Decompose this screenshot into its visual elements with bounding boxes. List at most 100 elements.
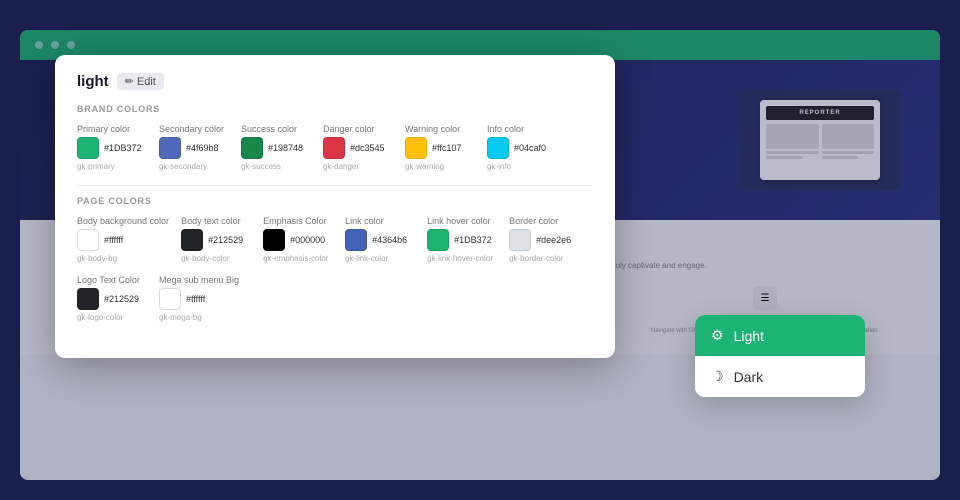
brand-color-label-0: Primary color bbox=[77, 124, 147, 134]
page-color-label-5: Border color bbox=[509, 216, 579, 226]
brand-colors-grid: Primary color #1DB372 gk-primary Seconda… bbox=[77, 124, 593, 171]
page-colors-label: PAGE COLORS bbox=[77, 196, 593, 206]
brand-color-swatch-5[interactable] bbox=[487, 137, 509, 159]
page-color-var-4: gk-link-hover-color bbox=[427, 254, 497, 263]
brand-color-var-3: gk-danger bbox=[323, 162, 393, 171]
newspaper-text-line-2 bbox=[766, 156, 803, 159]
brand-color-swatch-row-5: #04caf0 bbox=[487, 137, 557, 159]
newspaper-header: REPORTER bbox=[766, 106, 874, 120]
page-color-hex-0: #ffffff bbox=[104, 235, 123, 245]
brand-color-swatch-0[interactable] bbox=[77, 137, 99, 159]
page-color-hex-2: #000000 bbox=[290, 235, 325, 245]
page-color-swatch-4[interactable] bbox=[427, 229, 449, 251]
brand-color-item-3[interactable]: Danger color #dc3545 gk-danger bbox=[323, 124, 393, 171]
page-color-swatch-3[interactable] bbox=[345, 229, 367, 251]
brand-color-swatch-4[interactable] bbox=[405, 137, 427, 159]
newspaper-image bbox=[766, 124, 819, 149]
brand-color-hex-2: #198748 bbox=[268, 143, 303, 153]
panel-title: light bbox=[77, 73, 109, 90]
page-color-swatch-row-3: #4364b6 bbox=[345, 229, 415, 251]
brand-color-swatch-row-3: #dc3545 bbox=[323, 137, 393, 159]
brand-color-hex-3: #dc3545 bbox=[350, 143, 385, 153]
newspaper-mockup: REPORTER bbox=[760, 100, 880, 180]
brand-color-item-4[interactable]: Warning color #ffc107 gk-warning bbox=[405, 124, 475, 171]
page-color-swatch-row-7: #ffffff bbox=[159, 288, 239, 310]
page-color-hex-5: #dee2e6 bbox=[536, 235, 571, 245]
light-theme-label: Light bbox=[734, 328, 764, 344]
theme-option-dark[interactable]: ☽ Dark bbox=[695, 356, 865, 397]
brand-color-label-4: Warning color bbox=[405, 124, 475, 134]
page-color-swatch-6[interactable] bbox=[77, 288, 99, 310]
brand-color-swatch-1[interactable] bbox=[159, 137, 181, 159]
brand-color-hex-4: #ffc107 bbox=[432, 143, 461, 153]
panel-header: light ✏ Edit bbox=[77, 73, 593, 90]
page-color-swatch-7[interactable] bbox=[159, 288, 181, 310]
brand-color-var-0: gk-primary bbox=[77, 162, 147, 171]
brand-color-item-2[interactable]: Success color #198748 gk-success bbox=[241, 124, 311, 171]
page-color-item-3[interactable]: Link color #4364b6 gk-link-color bbox=[345, 216, 415, 263]
page-color-var-7: gk-mega-bg bbox=[159, 313, 239, 322]
page-color-item-7[interactable]: Mega sub menu Big #ffffff gk-mega-bg bbox=[159, 275, 239, 322]
color-panel: light ✏ Edit BRAND COLORS Primary color … bbox=[55, 55, 615, 358]
page-color-hex-1: #212529 bbox=[208, 235, 243, 245]
theme-option-light[interactable]: ⚙ Light bbox=[695, 315, 865, 356]
brand-color-hex-1: #4f69b8 bbox=[186, 143, 219, 153]
page-color-label-1: Body text color bbox=[181, 216, 251, 226]
brand-color-item-0[interactable]: Primary color #1DB372 gk-primary bbox=[77, 124, 147, 171]
newspaper-body bbox=[766, 124, 874, 159]
edit-button[interactable]: ✏ Edit bbox=[117, 73, 164, 90]
page-color-item-1[interactable]: Body text color #212529 gk-body-color bbox=[181, 216, 251, 263]
page-color-hex-4: #1DB372 bbox=[454, 235, 492, 245]
theme-dropdown: ⚙ Light ☽ Dark bbox=[695, 315, 865, 397]
newspaper-text-line-3 bbox=[822, 151, 875, 154]
newspaper-text-line-4 bbox=[822, 156, 859, 159]
page-color-swatch-5[interactable] bbox=[509, 229, 531, 251]
brand-color-var-5: gk-info bbox=[487, 162, 557, 171]
page-color-label-3: Link color bbox=[345, 216, 415, 226]
brand-color-swatch-row-2: #198748 bbox=[241, 137, 311, 159]
newspaper-col-right bbox=[822, 124, 875, 159]
page-color-label-0: Body background color bbox=[77, 216, 169, 226]
page-color-var-1: gk-body-color bbox=[181, 254, 251, 263]
brand-color-label-1: Secondary color bbox=[159, 124, 229, 134]
page-color-label-6: Logo Text Color bbox=[77, 275, 147, 285]
brand-color-item-5[interactable]: Info color #04caf0 gk-info bbox=[487, 124, 557, 171]
newspaper-col-left bbox=[766, 124, 819, 159]
brand-colors-label: BRAND COLORS bbox=[77, 104, 593, 114]
page-color-item-6[interactable]: Logo Text Color #212529 gk-logo-color bbox=[77, 275, 147, 322]
page-color-item-5[interactable]: Border color #dee2e6 gk-border-color bbox=[509, 216, 579, 263]
page-color-swatch-row-1: #212529 bbox=[181, 229, 251, 251]
edit-label: Edit bbox=[137, 76, 156, 88]
page-color-swatch-row-6: #212529 bbox=[77, 288, 147, 310]
page-color-item-2[interactable]: Emphasis Color #000000 gk-emphasis-color bbox=[263, 216, 333, 263]
page-color-hex-7: #ffffff bbox=[186, 294, 205, 304]
dark-theme-icon: ☽ bbox=[711, 368, 724, 385]
brand-color-swatch-row-0: #1DB372 bbox=[77, 137, 147, 159]
page-color-swatch-2[interactable] bbox=[263, 229, 285, 251]
brand-color-label-2: Success color bbox=[241, 124, 311, 134]
brand-color-hex-5: #04caf0 bbox=[514, 143, 546, 153]
brand-color-var-2: gk-success bbox=[241, 162, 311, 171]
page-color-var-0: gk-body-bg bbox=[77, 254, 169, 263]
nav-dot-2 bbox=[51, 41, 59, 49]
page-color-item-4[interactable]: Link hover color #1DB372 gk-link-hover-c… bbox=[427, 216, 497, 263]
brand-color-hex-0: #1DB372 bbox=[104, 143, 142, 153]
page-color-swatch-0[interactable] bbox=[77, 229, 99, 251]
page-color-item-0[interactable]: Body background color #ffffff gk-body-bg bbox=[77, 216, 169, 263]
newspaper-title: REPORTER bbox=[799, 110, 840, 116]
page-color-swatch-row-4: #1DB372 bbox=[427, 229, 497, 251]
brand-color-item-1[interactable]: Secondary color #4f69b8 gk-secondary bbox=[159, 124, 229, 171]
brand-color-swatch-2[interactable] bbox=[241, 137, 263, 159]
light-theme-icon: ⚙ bbox=[711, 327, 724, 344]
divider bbox=[77, 185, 593, 186]
brand-color-swatch-3[interactable] bbox=[323, 137, 345, 159]
page-color-swatch-1[interactable] bbox=[181, 229, 203, 251]
page-color-var-6: gk-logo-color bbox=[77, 313, 147, 322]
pencil-icon: ✏ bbox=[125, 75, 134, 88]
page-color-label-4: Link hover color bbox=[427, 216, 497, 226]
page-color-swatch-row-0: #ffffff bbox=[77, 229, 169, 251]
page-color-hex-6: #212529 bbox=[104, 294, 139, 304]
feature-icon-3: ☰ bbox=[753, 286, 777, 310]
newspaper-image-2 bbox=[822, 124, 875, 149]
dark-theme-label: Dark bbox=[734, 369, 764, 385]
